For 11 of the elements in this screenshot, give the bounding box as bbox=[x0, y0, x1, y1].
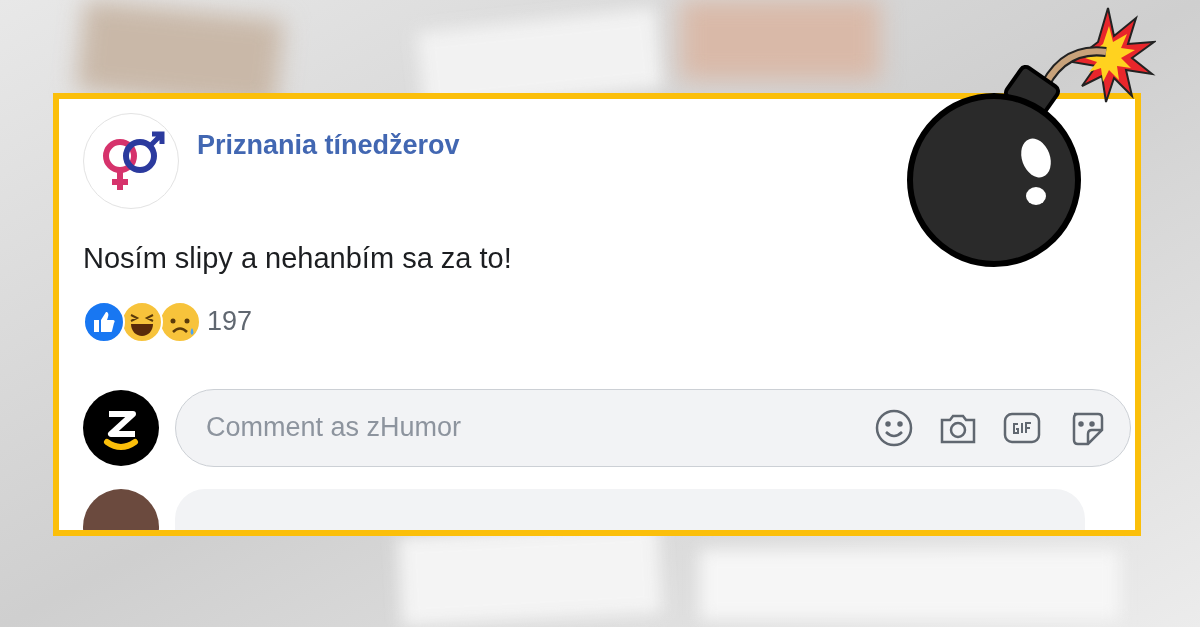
comment-field[interactable]: Comment as zHumor bbox=[175, 388, 1131, 467]
page-name[interactable]: Priznania tínedžerov bbox=[197, 125, 460, 166]
gif-icon[interactable] bbox=[1002, 410, 1042, 445]
like-reaction-icon bbox=[83, 300, 125, 343]
smiley-icon[interactable] bbox=[874, 407, 914, 448]
reaction-count[interactable]: 197 bbox=[207, 301, 253, 342]
comment-input[interactable]: Comment as zHumor bbox=[206, 407, 850, 448]
laughing-reaction-icon bbox=[121, 300, 163, 343]
crying-reaction-icon bbox=[159, 300, 201, 343]
post-text: Nosím slipy a nehanbím sa za to! bbox=[83, 241, 513, 276]
brand-avatar-icon bbox=[83, 389, 159, 466]
